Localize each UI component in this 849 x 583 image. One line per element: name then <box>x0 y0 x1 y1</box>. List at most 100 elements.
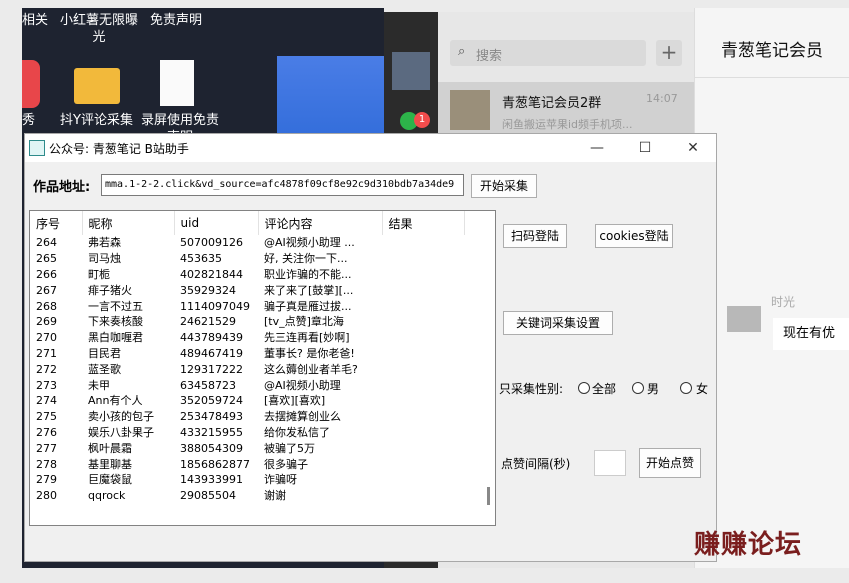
cell-uid: 433215955 <box>180 425 243 439</box>
start-collect-button[interactable]: 开始采集 <box>471 174 537 198</box>
cell-nickname: 下来奏核酸 <box>88 315 143 329</box>
cell-seq: 271 <box>36 346 57 360</box>
cell-comment: 这么薅创业者羊毛? <box>264 362 358 376</box>
table-row[interactable]: 268 一言不过五 1114097049 骗子真是雁过拔... <box>30 298 464 314</box>
cell-comment: 给你发私信了 <box>264 425 330 439</box>
start-like-button[interactable]: 开始点赞 <box>639 448 701 478</box>
radio-female-label[interactable]: 女 <box>696 380 708 397</box>
sender-name: 时光 <box>771 295 796 309</box>
search-input[interactable]: ⌕ 搜索 <box>450 40 646 66</box>
cell-nickname: 町栀 <box>88 267 110 281</box>
table-row[interactable]: 272 蓝圣歌 129317222 这么薅创业者羊毛? <box>30 361 464 377</box>
cell-seq: 273 <box>36 378 57 392</box>
cell-nickname: 一言不过五 <box>88 299 143 313</box>
comments-table[interactable]: 序号 昵称 uid 评论内容 结果 264 弗若森 507009126 @AI视频小助… <box>29 210 496 526</box>
chat-panel: 青葱笔记会员 时光 <box>694 8 849 568</box>
column-header[interactable]: 昵称 <box>82 211 175 235</box>
app-logo-icon <box>29 140 45 156</box>
cell-nickname: 枫叶晨霜 <box>88 441 132 455</box>
cell-seq: 272 <box>36 362 57 376</box>
cell-result <box>382 456 464 472</box>
cell-comment: 被骗了5万 <box>264 441 315 455</box>
cell-nickname: 痱子猪火 <box>88 283 132 297</box>
document-icon[interactable] <box>160 60 194 106</box>
cell-uid: 1114097049 <box>180 299 250 313</box>
chat-time: 14:07 <box>646 92 678 105</box>
cell-comment: 很多骗子 <box>264 457 308 471</box>
table-row[interactable]: 267 痱子猪火 35929324 来了来了[鼓掌][... <box>30 282 464 298</box>
cell-seq: 267 <box>36 283 57 297</box>
table-row[interactable]: 279 巨魔袋鼠 143933991 诈骗呀 <box>30 472 464 488</box>
qr-login-button[interactable]: 扫码登陆 <box>503 224 567 248</box>
cell-nickname: 卖小孩的包子 <box>88 410 154 424</box>
cell-comment: @AI视频小助理 <box>264 378 341 392</box>
screen: 相关 小红薯无限曝光 免责声明 秀 抖Y评论采集 录屏使用免责声明 1 ⌕ 搜索… <box>0 0 849 583</box>
keyword-settings-button[interactable]: 关键词采集设置 <box>503 311 613 335</box>
desktop-icon-label-2: 抖Y评论采集 <box>60 113 133 128</box>
table-row[interactable]: 269 下来奏核酸 24621529 [tv_点赞]章北海 <box>30 314 464 330</box>
cell-nickname: 目民君 <box>88 346 121 360</box>
column-header[interactable]: 评论内容 <box>258 211 383 235</box>
radio-all[interactable] <box>578 382 590 394</box>
cell-comment: 去摆摊算创业么 <box>264 410 341 424</box>
avatar[interactable] <box>392 52 430 90</box>
cell-nickname: 娱乐八卦果子 <box>88 425 154 439</box>
cell-uid: 253478493 <box>180 410 243 424</box>
desktop-label-2: 小红薯无限曝光 <box>59 13 138 45</box>
column-header[interactable]: 结果 <box>382 211 465 235</box>
column-header[interactable]: uid <box>174 211 259 235</box>
maximize-button[interactable]: ☐ <box>625 136 665 160</box>
cell-uid: 1856862877 <box>180 457 250 471</box>
cell-seq: 278 <box>36 457 57 471</box>
table-row[interactable]: 270 黑白咖喱君 443789439 先三连再看[妙啊] <box>30 330 464 346</box>
close-button[interactable]: ✕ <box>673 136 713 160</box>
group-avatar <box>450 90 490 130</box>
table-row[interactable]: 280 qqrock 29085504 谢谢 <box>30 488 464 504</box>
table-row[interactable]: 266 町栀 402821844 职业诈骗的不能... <box>30 267 464 283</box>
table-header: 序号 昵称 uid 评论内容 结果 <box>30 211 465 235</box>
radio-female[interactable] <box>680 382 692 394</box>
watermark: 赚赚论坛 <box>694 530 803 560</box>
cell-nickname: 黑白咖喱君 <box>88 331 143 345</box>
table-row[interactable]: 274 Ann有个人 352059724 [喜欢][喜欢] <box>30 393 464 409</box>
cell-uid: 24621529 <box>180 315 236 329</box>
search-placeholder: 搜索 <box>476 49 503 64</box>
url-label: 作品地址: <box>33 180 91 195</box>
cell-seq: 266 <box>36 267 57 281</box>
table-row[interactable]: 278 基里聊基 1856862877 很多骗子 <box>30 456 464 472</box>
url-input[interactable]: mma.1-2-2.click&vd_source=afc4878f09cf8e… <box>101 174 464 196</box>
radio-all-label[interactable]: 全部 <box>592 380 616 397</box>
cell-uid: 129317222 <box>180 362 243 376</box>
table-row[interactable]: 271 目民君 489467419 董事长? 是你老爸! <box>30 346 464 362</box>
minimize-button[interactable]: — <box>577 136 617 160</box>
cell-nickname: 基里聊基 <box>88 457 132 471</box>
cookies-login-button[interactable]: cookies登陆 <box>595 224 673 248</box>
table-row[interactable]: 277 枫叶晨霜 388054309 被骗了5万 <box>30 440 464 456</box>
cell-comment: 先三连再看[妙啊] <box>264 331 350 345</box>
cell-comment: 来了来了[鼓掌][... <box>264 283 354 297</box>
folder-icon[interactable] <box>74 68 120 104</box>
cell-uid: 143933991 <box>180 473 243 487</box>
table-row[interactable]: 273 未甲 63458723 @AI视频小助理 <box>30 377 464 393</box>
cell-result <box>382 393 464 409</box>
scrollbar[interactable] <box>487 487 490 505</box>
cell-seq: 276 <box>36 425 57 439</box>
column-header[interactable]: 序号 <box>30 211 83 235</box>
table-row[interactable]: 264 弗若森 507009126 @AI视频小助理 ... <box>30 235 464 251</box>
cell-seq: 268 <box>36 299 57 313</box>
avatar <box>727 306 761 332</box>
cell-comment: [tv_点赞]章北海 <box>264 315 344 329</box>
unread-badge: 1 <box>414 112 430 128</box>
desktop-label-3: 免责声明 <box>150 13 203 28</box>
table-row[interactable]: 276 娱乐八卦果子 433215955 给你发私信了 <box>30 425 464 441</box>
like-interval-input[interactable] <box>594 450 626 476</box>
table-row[interactable]: 275 卖小孩的包子 253478493 去摆摊算创业么 <box>30 409 464 425</box>
cell-uid: 388054309 <box>180 441 243 455</box>
red-app-icon[interactable] <box>22 60 40 108</box>
cell-comment: 谢谢 <box>264 489 286 503</box>
cell-uid: 453635 <box>180 252 222 266</box>
radio-male-label[interactable]: 男 <box>647 380 659 397</box>
add-button[interactable]: + <box>656 40 682 66</box>
radio-male[interactable] <box>632 382 644 394</box>
table-row[interactable]: 265 司马烛 453635 好, 关注你一下... <box>30 251 464 267</box>
